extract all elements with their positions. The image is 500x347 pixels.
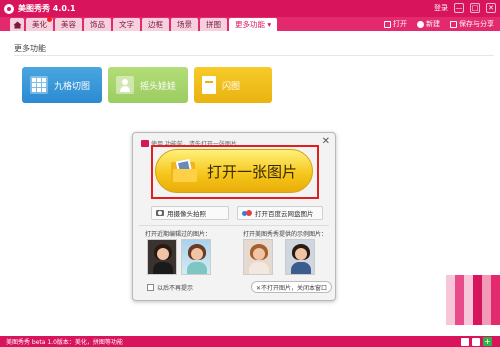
minimize-button[interactable]: — [454,3,464,13]
tab-beautify[interactable]: 美化 [26,17,53,31]
flash-image-button[interactable]: 闪图 [194,67,272,103]
flash-image-label: 闪图 [222,81,241,92]
tab-beauty[interactable]: 美容 [55,18,82,31]
status-text: 美图秀秀 beta 1.0版本：美化，拼图等功能 [6,339,123,346]
open-image-button[interactable]: 打开一张图片 [155,149,313,193]
section-divider [14,55,494,56]
sample-thumbnail[interactable] [243,239,273,275]
tab-home[interactable] [10,18,24,31]
no-picture-close-button[interactable]: ✕不打开图片，关闭本窗口 [251,281,333,293]
save-share-label: 保存与分享 [459,20,494,28]
person-icon [116,76,134,94]
title-bar: 美图秀秀 4.0.1 登录 — □ ✕ [0,0,500,17]
open-menu-label: 打开 [393,20,407,28]
bobblehead-button[interactable]: 摇头娃娃 [108,67,188,103]
checkbox-box[interactable] [147,284,154,291]
menu-actions: 打开 新建 保存与分享 [384,19,494,29]
sample-images-label: 打开美图秀秀提供的示例图片： [243,231,328,238]
tab-text[interactable]: 文字 [113,18,140,31]
recent-images-label: 打开近期编辑过的图片： [145,231,212,238]
decorative-stripes [446,275,500,325]
login-link[interactable]: 登录 [434,3,448,13]
section-title: 更多功能 [14,44,46,53]
app-title: 美图秀秀 4.0.1 [18,4,76,13]
open-file-icon [384,20,391,28]
open-image-label: 打开一张图片 [206,162,297,181]
new-menu-label: 新建 [426,20,440,28]
recent-thumbnail[interactable] [181,239,211,275]
flash-doc-icon [202,76,216,94]
camera-button-label: 用摄像头拍照 [167,210,206,218]
main-panel: 更多功能 九格切图 摇头娃娃 闪图 ✕ 使用 功能前，请先打开一张图片 打开一张… [0,31,500,336]
cloud-button-label: 打开百度云网盘图片 [255,210,314,218]
tab-accessories[interactable]: 饰品 [84,18,111,31]
tab-more-features[interactable]: 更多功能 ▾ [229,18,278,31]
cloud-drive-button[interactable]: 打开百度云网盘图片 [237,206,323,220]
app-logo-icon [4,3,14,14]
save-share-button[interactable]: 保存与分享 [450,19,494,29]
notification-dot [47,17,52,22]
menu-bar: 美化 美容 饰品 文字 边框 场景 拼图 更多功能 ▾ 打开 新建 保存与分享 [0,17,500,31]
dont-show-again-checkbox[interactable]: 以后不再提示 [147,283,193,292]
folder-icon [170,158,199,182]
close-window-button[interactable]: ✕ [486,3,496,13]
dialog-divider [139,225,329,226]
maximize-button[interactable]: □ [470,3,480,13]
bobblehead-label: 摇头娃娃 [140,81,177,92]
save-icon [450,20,457,28]
recent-thumbnail[interactable] [147,239,177,275]
open-image-dialog: ✕ 使用 功能前，请先打开一张图片 打开一张图片 用摄像头拍照 打开百度云网盘图… [132,132,336,301]
grid-icon [30,76,48,94]
camera-button[interactable]: 用摄像头拍照 [151,206,229,220]
cloud-icon [242,210,252,216]
dialog-close-button[interactable]: ✕ [322,136,330,147]
tab-beautify-label: 美化 [32,20,47,29]
tab-frame[interactable]: 边框 [142,18,169,31]
status-window-icon[interactable] [461,337,469,346]
new-file-icon [417,20,424,28]
nine-grid-label: 九格切图 [54,81,91,92]
status-controls: + [461,337,492,346]
status-bar: 美图秀秀 beta 1.0版本：美化，拼图等功能 + [0,336,500,347]
dont-show-label: 以后不再提示 [157,285,194,292]
nine-grid-button[interactable]: 九格切图 [22,67,102,103]
window-controls: 登录 — □ ✕ [434,3,496,13]
status-share-icon[interactable] [472,337,480,346]
status-add-icon[interactable]: + [483,337,492,346]
tab-scene[interactable]: 场景 [171,18,198,31]
new-menu-button[interactable]: 新建 [417,19,440,29]
open-menu-button[interactable]: 打开 [384,19,407,29]
home-icon [13,21,21,28]
tab-collage[interactable]: 拼图 [200,18,227,31]
camera-icon [156,210,164,216]
feature-badge-icon [141,140,149,147]
sample-thumbnail[interactable] [285,239,315,275]
